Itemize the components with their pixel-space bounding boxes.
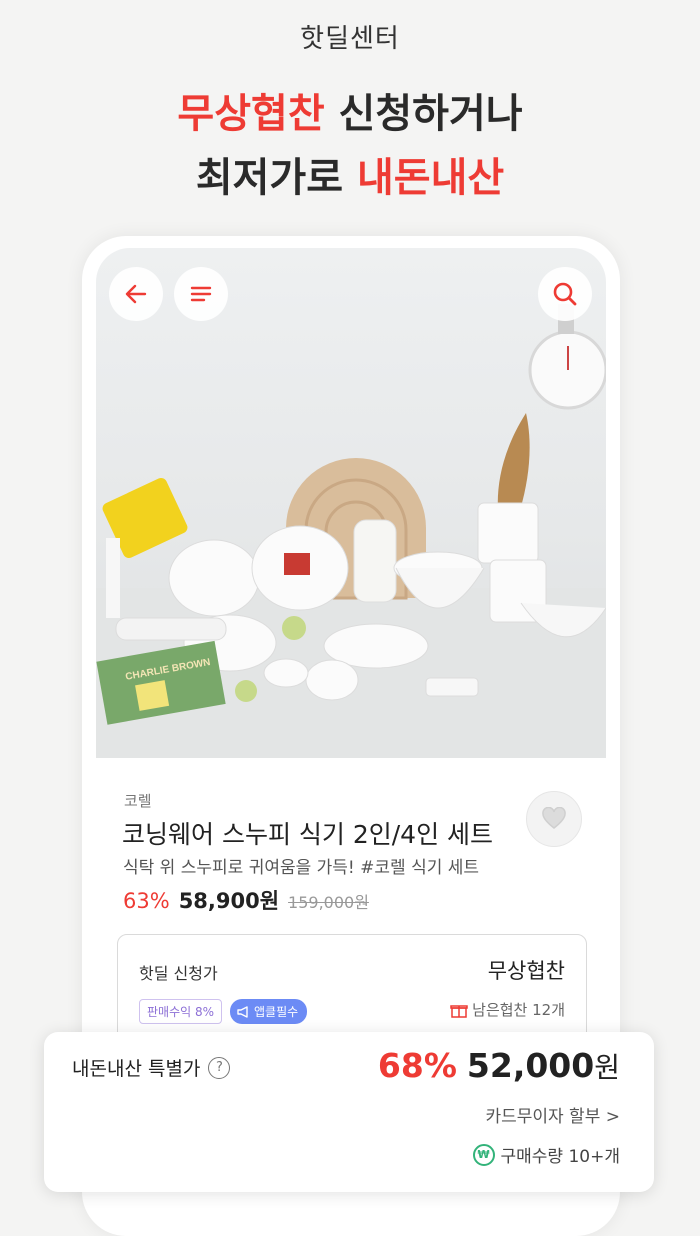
hamburger-menu-icon xyxy=(190,286,212,302)
page-title: 핫딜센터 xyxy=(300,24,400,54)
arrow-left-icon xyxy=(125,284,147,304)
product-name[interactable]: 코닝웨어 스누피 식기 2인/4인 세트 xyxy=(122,815,493,851)
like-button[interactable] xyxy=(526,791,582,847)
price-row: 63% 58,900원 159,000원 xyxy=(123,885,369,915)
search-button[interactable] xyxy=(538,267,592,321)
product-brand: 코렐 xyxy=(124,792,152,810)
headline-text-1: 신청하거나 xyxy=(324,91,523,137)
currency-unit: 원 xyxy=(594,1051,620,1084)
special-price-title: 내돈내산 특별가 xyxy=(72,1058,201,1080)
product-description: 식탁 위 스누피로 귀여움을 가득! #코렐 식기 세트 xyxy=(123,858,480,878)
app-required-badge: 앱클필수 xyxy=(230,999,308,1024)
product-image: CHARLIE BROWN xyxy=(96,248,606,758)
won-coin-icon: ₩ xyxy=(472,1143,495,1166)
heart-icon xyxy=(542,807,566,829)
headline-highlight-free: 무상협찬 xyxy=(177,91,325,137)
app-required-label: 앱클필수 xyxy=(254,1005,299,1019)
special-price-card[interactable]: 내돈내산 특별가 ? 68% 52,000원 카드무이자 할부 > ₩ 구매수량… xyxy=(44,1032,654,1192)
badge-row: 판매수익 8% 앱클필수 xyxy=(139,999,308,1024)
special-price: 68% 52,000원 xyxy=(378,1046,620,1086)
menu-button[interactable] xyxy=(174,267,228,321)
help-icon[interactable]: ? xyxy=(208,1056,231,1079)
back-button[interactable] xyxy=(109,267,163,321)
original-price: 159,000원 xyxy=(288,893,369,912)
remaining-label: 남은협찬 12개 xyxy=(472,1001,565,1019)
headline-text-2: 최저가로 xyxy=(195,155,357,201)
headline: 무상협찬 신청하거나 최저가로 내돈내산 xyxy=(0,82,700,210)
commission-badge: 판매수익 8% xyxy=(139,999,223,1024)
gift-box-icon xyxy=(450,1004,468,1018)
sale-price: 58,900원 xyxy=(178,889,280,913)
search-icon xyxy=(553,282,577,306)
apply-label: 핫딜 신청가 xyxy=(139,964,218,983)
purchase-quantity: ₩ 구매수량 10+개 xyxy=(472,1142,620,1167)
tableware-photo: CHARLIE BROWN xyxy=(96,304,606,758)
apply-value: 무상협찬 xyxy=(487,959,565,983)
special-price-value: 52,000원 xyxy=(467,1046,620,1086)
megaphone-icon xyxy=(237,1005,248,1018)
discount-rate: 63% xyxy=(123,889,170,913)
card-installment-link[interactable]: 카드무이자 할부 > xyxy=(485,1102,620,1127)
special-price-amount: 52,000 xyxy=(466,1046,595,1085)
remaining-count: 남은협찬 12개 xyxy=(450,999,565,1020)
special-price-label: 내돈내산 특별가 ? xyxy=(72,1054,231,1081)
headline-highlight-own: 내돈내산 xyxy=(356,155,505,201)
purchase-quantity-label: 구매수량 10+개 xyxy=(500,1147,620,1167)
special-discount-rate: 68% xyxy=(377,1046,457,1085)
